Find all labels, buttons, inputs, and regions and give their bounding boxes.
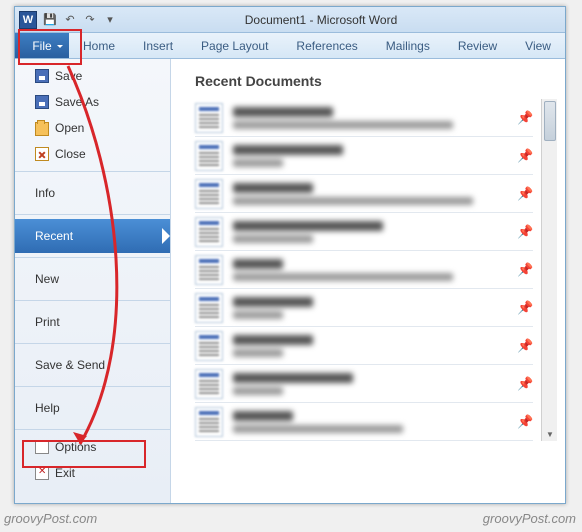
tab-view[interactable]: View: [511, 33, 565, 58]
pin-icon[interactable]: 📌: [517, 338, 533, 354]
scroll-thumb[interactable]: [544, 101, 556, 141]
tab-insert[interactable]: Insert: [129, 33, 187, 58]
tab-review[interactable]: Review: [444, 33, 511, 58]
sidebar-close[interactable]: Close: [15, 141, 170, 167]
sidebar-exit[interactable]: Exit: [15, 460, 170, 486]
sidebar-options[interactable]: Options: [15, 434, 170, 460]
backstage-sidebar: Save Save As Open Close Info Recent New …: [15, 59, 171, 503]
pin-icon[interactable]: 📌: [517, 224, 533, 240]
doc-text-blurred: [233, 335, 507, 357]
tab-home[interactable]: Home: [69, 33, 129, 58]
recent-doc-row[interactable]: 📌: [195, 403, 533, 441]
pin-icon[interactable]: 📌: [517, 262, 533, 278]
pin-icon[interactable]: 📌: [517, 376, 533, 392]
doc-text-blurred: [233, 221, 507, 243]
word-doc-icon: [195, 407, 223, 437]
tab-file[interactable]: File: [15, 33, 69, 58]
word-doc-icon: [195, 369, 223, 399]
word-doc-icon: [195, 255, 223, 285]
panel-heading: Recent Documents: [195, 73, 557, 89]
recent-documents-list: 📌 📌 📌 📌 📌 📌 📌 📌 📌 ▲ ▼: [195, 99, 557, 441]
pin-icon[interactable]: 📌: [517, 414, 533, 430]
sidebar-help[interactable]: Help: [15, 391, 170, 425]
watermark-right: groovyPost.com: [483, 511, 576, 526]
exit-icon: [35, 466, 49, 480]
pin-icon[interactable]: 📌: [517, 110, 533, 126]
pin-icon[interactable]: 📌: [517, 186, 533, 202]
recent-doc-row[interactable]: 📌: [195, 175, 533, 213]
sidebar-open[interactable]: Open: [15, 115, 170, 141]
tab-references[interactable]: References: [282, 33, 371, 58]
sidebar-recent[interactable]: Recent: [15, 219, 170, 253]
title-bar: W 💾 ↶ ↷ ▾ Document1 - Microsoft Word: [15, 7, 565, 33]
recent-doc-row[interactable]: 📌: [195, 137, 533, 175]
save-as-icon: [35, 95, 49, 109]
watermark-left: groovyPost.com: [4, 511, 97, 526]
qat-redo-icon[interactable]: ↷: [83, 13, 97, 27]
doc-text-blurred: [233, 259, 507, 281]
scroll-down-icon[interactable]: ▼: [542, 427, 558, 441]
word-app-icon: W: [19, 11, 37, 29]
word-window: W 💾 ↶ ↷ ▾ Document1 - Microsoft Word Fil…: [14, 6, 566, 504]
sidebar-save-as[interactable]: Save As: [15, 89, 170, 115]
quick-access-toolbar: 💾 ↶ ↷ ▾: [43, 13, 117, 27]
sidebar-new[interactable]: New: [15, 262, 170, 296]
sidebar-info[interactable]: Info: [15, 176, 170, 210]
sidebar-print[interactable]: Print: [15, 305, 170, 339]
qat-save-icon[interactable]: 💾: [43, 13, 57, 27]
recent-doc-row[interactable]: 📌: [195, 365, 533, 403]
folder-open-icon: [35, 122, 49, 136]
close-icon: [35, 147, 49, 161]
qat-undo-icon[interactable]: ↶: [63, 13, 77, 27]
doc-text-blurred: [233, 183, 507, 205]
sidebar-save-send[interactable]: Save & Send: [15, 348, 170, 382]
doc-text-blurred: [233, 107, 507, 129]
pin-icon[interactable]: 📌: [517, 148, 533, 164]
pin-icon[interactable]: 📌: [517, 300, 533, 316]
doc-text-blurred: [233, 145, 507, 167]
sidebar-save[interactable]: Save: [15, 63, 170, 89]
word-doc-icon: [195, 103, 223, 133]
recent-doc-row[interactable]: 📌: [195, 213, 533, 251]
window-title: Document1 - Microsoft Word: [117, 13, 565, 27]
ribbon-tabs: File Home Insert Page Layout References …: [15, 33, 565, 59]
word-doc-icon: [195, 141, 223, 171]
recent-doc-row[interactable]: 📌: [195, 251, 533, 289]
word-doc-icon: [195, 293, 223, 323]
recent-doc-row[interactable]: 📌: [195, 99, 533, 137]
tab-mailings[interactable]: Mailings: [372, 33, 444, 58]
word-doc-icon: [195, 331, 223, 361]
doc-text-blurred: [233, 411, 507, 433]
scrollbar[interactable]: ▲ ▼: [541, 99, 557, 441]
recent-doc-row[interactable]: 📌: [195, 289, 533, 327]
save-icon: [35, 69, 49, 83]
tab-pagelayout[interactable]: Page Layout: [187, 33, 282, 58]
recent-doc-row[interactable]: 📌: [195, 327, 533, 365]
options-icon: [35, 440, 49, 454]
word-doc-icon: [195, 179, 223, 209]
doc-text-blurred: [233, 297, 507, 319]
doc-text-blurred: [233, 373, 507, 395]
recent-documents-panel: Recent Documents 📌 📌 📌 📌 📌 📌 📌 📌 📌 ▲ ▼: [171, 59, 565, 503]
qat-customize-icon[interactable]: ▾: [103, 13, 117, 27]
word-doc-icon: [195, 217, 223, 247]
